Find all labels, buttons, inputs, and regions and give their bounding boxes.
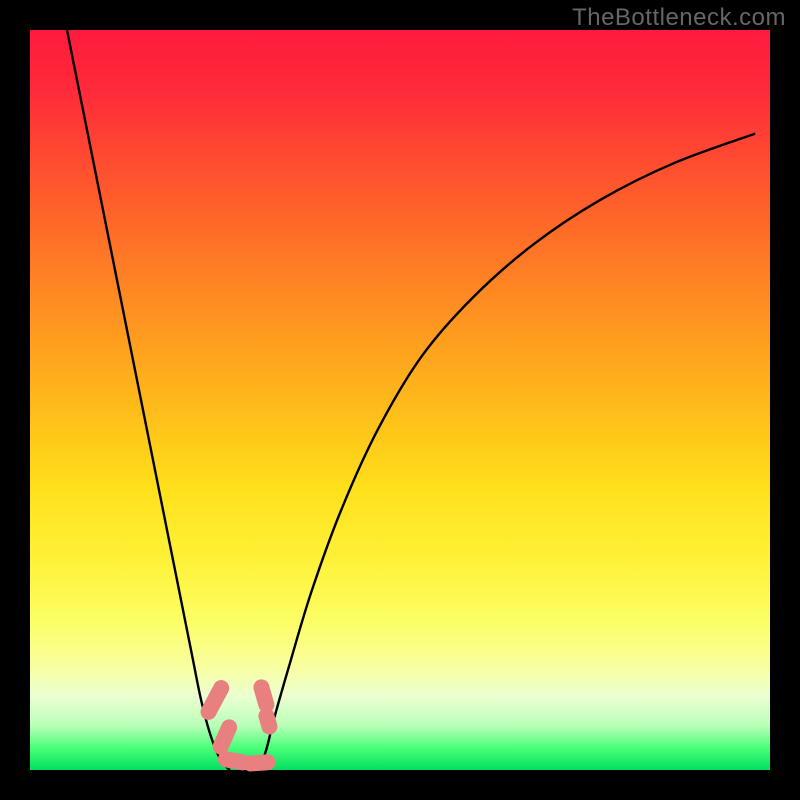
marker-bottom-right bbox=[243, 753, 277, 771]
left-curve bbox=[67, 30, 230, 770]
outer-frame: TheBottleneck.com bbox=[0, 0, 800, 800]
marker-left-top bbox=[198, 677, 233, 723]
curve-layer bbox=[30, 30, 770, 770]
right-curve bbox=[259, 134, 755, 770]
watermark-text: TheBottleneck.com bbox=[572, 4, 786, 32]
chart-plot-area bbox=[30, 30, 770, 770]
marker-right-low bbox=[257, 706, 280, 736]
